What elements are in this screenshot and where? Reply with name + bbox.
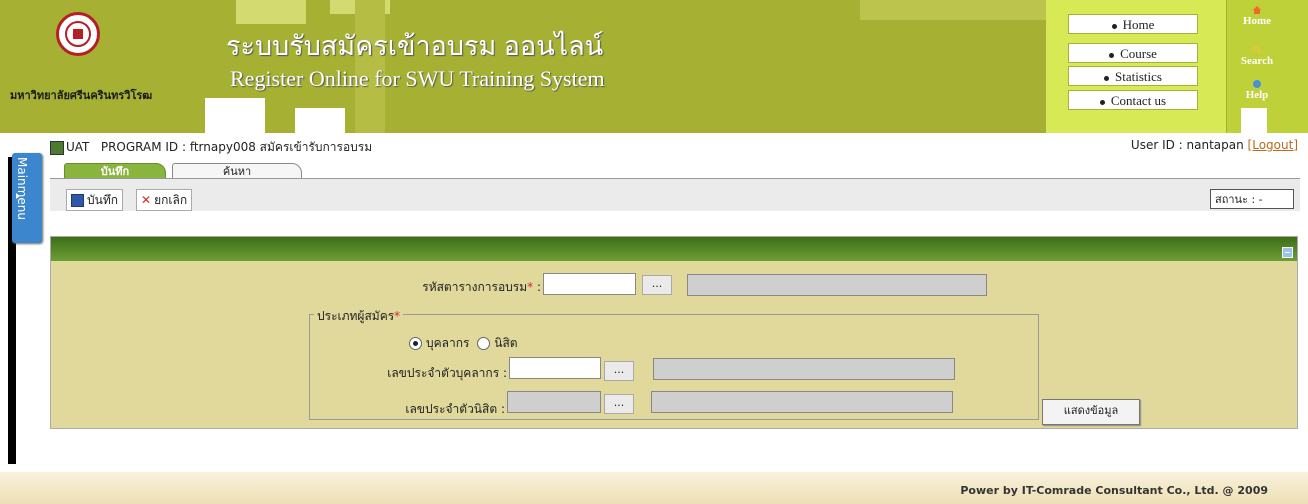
header-decor — [295, 108, 345, 133]
bullet-icon — [1109, 52, 1115, 58]
footer-text: Power by IT-Comrade Consultant Co., Ltd.… — [960, 484, 1268, 497]
program-id: PROGRAM ID : ftrnapy008 สมัครเข้ารับการอ… — [100, 140, 373, 154]
university-seal-icon — [56, 12, 100, 56]
collapse-icon[interactable] — [1282, 247, 1293, 258]
course-browse-button[interactable]: ... — [642, 275, 672, 295]
user-id: User ID : nantapan — [1130, 138, 1248, 152]
mainmenu-label: Mainmenu — [15, 157, 29, 220]
course-name-field — [687, 274, 987, 296]
help-icon — [1253, 80, 1261, 88]
student-id-input[interactable] — [507, 391, 601, 413]
cancel-button[interactable]: ✕ ยกเลิก — [136, 189, 193, 211]
arrow-right-icon — [16, 193, 20, 199]
header-decor — [1241, 108, 1267, 133]
toolbar: บันทึก ✕ ยกเลิก สถานะ : - — [50, 178, 1300, 211]
environment-label: UAT — [66, 140, 90, 154]
form-panel: รหัสตารางการอบรม* : ... ประเภทผู้สมัคร* … — [50, 236, 1298, 429]
header: มหาวิทยาลัยศรีนครินทรวิโรฒ ระบบรับสมัครเ… — [0, 0, 1308, 133]
footer: Power by IT-Comrade Consultant Co., Ltd.… — [0, 472, 1308, 504]
required-mark: * — [527, 280, 534, 294]
nav-help-label: Help — [1245, 89, 1269, 101]
staff-id-label: เลขประจำตัวบุคลากร : — [387, 366, 507, 380]
panel-header — [51, 237, 1297, 261]
nav-help[interactable]: Help — [1227, 80, 1287, 101]
menu-home[interactable]: Home — [1068, 14, 1198, 34]
system-title-thai: ระบบรับสมัครเข้าอบรม ออนไลน์ — [226, 31, 604, 61]
bullet-icon — [1104, 75, 1110, 81]
menu-home-label: Home — [1122, 17, 1155, 32]
floppy-disk-icon — [71, 194, 84, 207]
staff-name-field — [653, 358, 955, 380]
header-decor — [236, 0, 306, 24]
user-line: User ID : nantapan [Logout] — [1131, 138, 1298, 152]
menu-contact-label: Contact us — [1110, 93, 1167, 108]
nav-search-label: Search — [1240, 55, 1274, 67]
bullet-icon — [1099, 99, 1105, 105]
menu-course[interactable]: Course — [1068, 43, 1198, 63]
nav-home-label: Home — [1242, 15, 1272, 27]
university-name: มหาวิทยาลัยศรีนครินทรวิโรฒ — [10, 89, 153, 102]
right-nav: Home Search Help — [1227, 0, 1308, 133]
system-title-english: Register Online for SWU Training System — [230, 66, 605, 91]
program-line: UAT PROGRAM ID : ftrnapy008 สมัครเข้ารับ… — [50, 138, 372, 157]
student-browse-button[interactable]: ... — [604, 394, 634, 414]
top-menu: Home Course Statistics Contact us — [1046, 0, 1226, 133]
save-label: บันทึก — [87, 193, 118, 207]
applicant-type-text: ประเภทผู้สมัคร — [317, 309, 395, 323]
applicant-type-legend: ประเภทผู้สมัคร* — [314, 307, 404, 326]
course-code-input[interactable] — [543, 273, 636, 295]
radio-student[interactable] — [477, 337, 491, 350]
staff-id-input[interactable] — [509, 357, 601, 379]
radio-student-label: นิสิต — [494, 336, 518, 350]
show-data-button[interactable]: แสดงข้อมูล — [1042, 399, 1140, 425]
logo-area: มหาวิทยาลัยศรีนครินทรวิโรฒ — [0, 0, 205, 133]
nav-search[interactable]: Search — [1227, 46, 1287, 67]
bullet-icon — [1111, 23, 1117, 29]
menu-statistics-label: Statistics — [1115, 69, 1162, 84]
status-box: สถานะ : - — [1210, 189, 1294, 209]
staff-browse-button[interactable]: ... — [604, 361, 634, 381]
course-code-text: รหัสตารางการอบรม — [422, 280, 528, 294]
menu-contact-us[interactable]: Contact us — [1068, 90, 1198, 110]
applicant-type-radios: บุคลากร นิสิต — [409, 334, 518, 353]
cancel-label: ยกเลิก — [154, 193, 188, 207]
radio-staff-label: บุคลากร — [426, 336, 470, 350]
nav-home[interactable]: Home — [1227, 6, 1287, 27]
logout-link[interactable]: [Logout] — [1248, 138, 1298, 152]
student-name-field — [651, 391, 953, 413]
home-icon — [1253, 6, 1261, 14]
menu-course-label: Course — [1120, 46, 1157, 61]
search-icon — [1253, 46, 1261, 54]
header-decor — [860, 0, 1050, 20]
menu-statistics[interactable]: Statistics — [1068, 66, 1198, 86]
student-id-label: เลขประจำตัวนิสิต : — [405, 402, 505, 416]
course-code-label: รหัสตารางการอบรม* : — [422, 280, 541, 294]
radio-staff[interactable] — [409, 337, 422, 350]
header-decor — [205, 98, 265, 133]
close-icon: ✕ — [141, 193, 152, 207]
program-icon — [50, 140, 64, 155]
save-button[interactable]: บันทึก — [66, 189, 123, 211]
mainmenu-tab[interactable]: Mainmenu — [12, 153, 42, 243]
required-mark: * — [394, 309, 401, 323]
